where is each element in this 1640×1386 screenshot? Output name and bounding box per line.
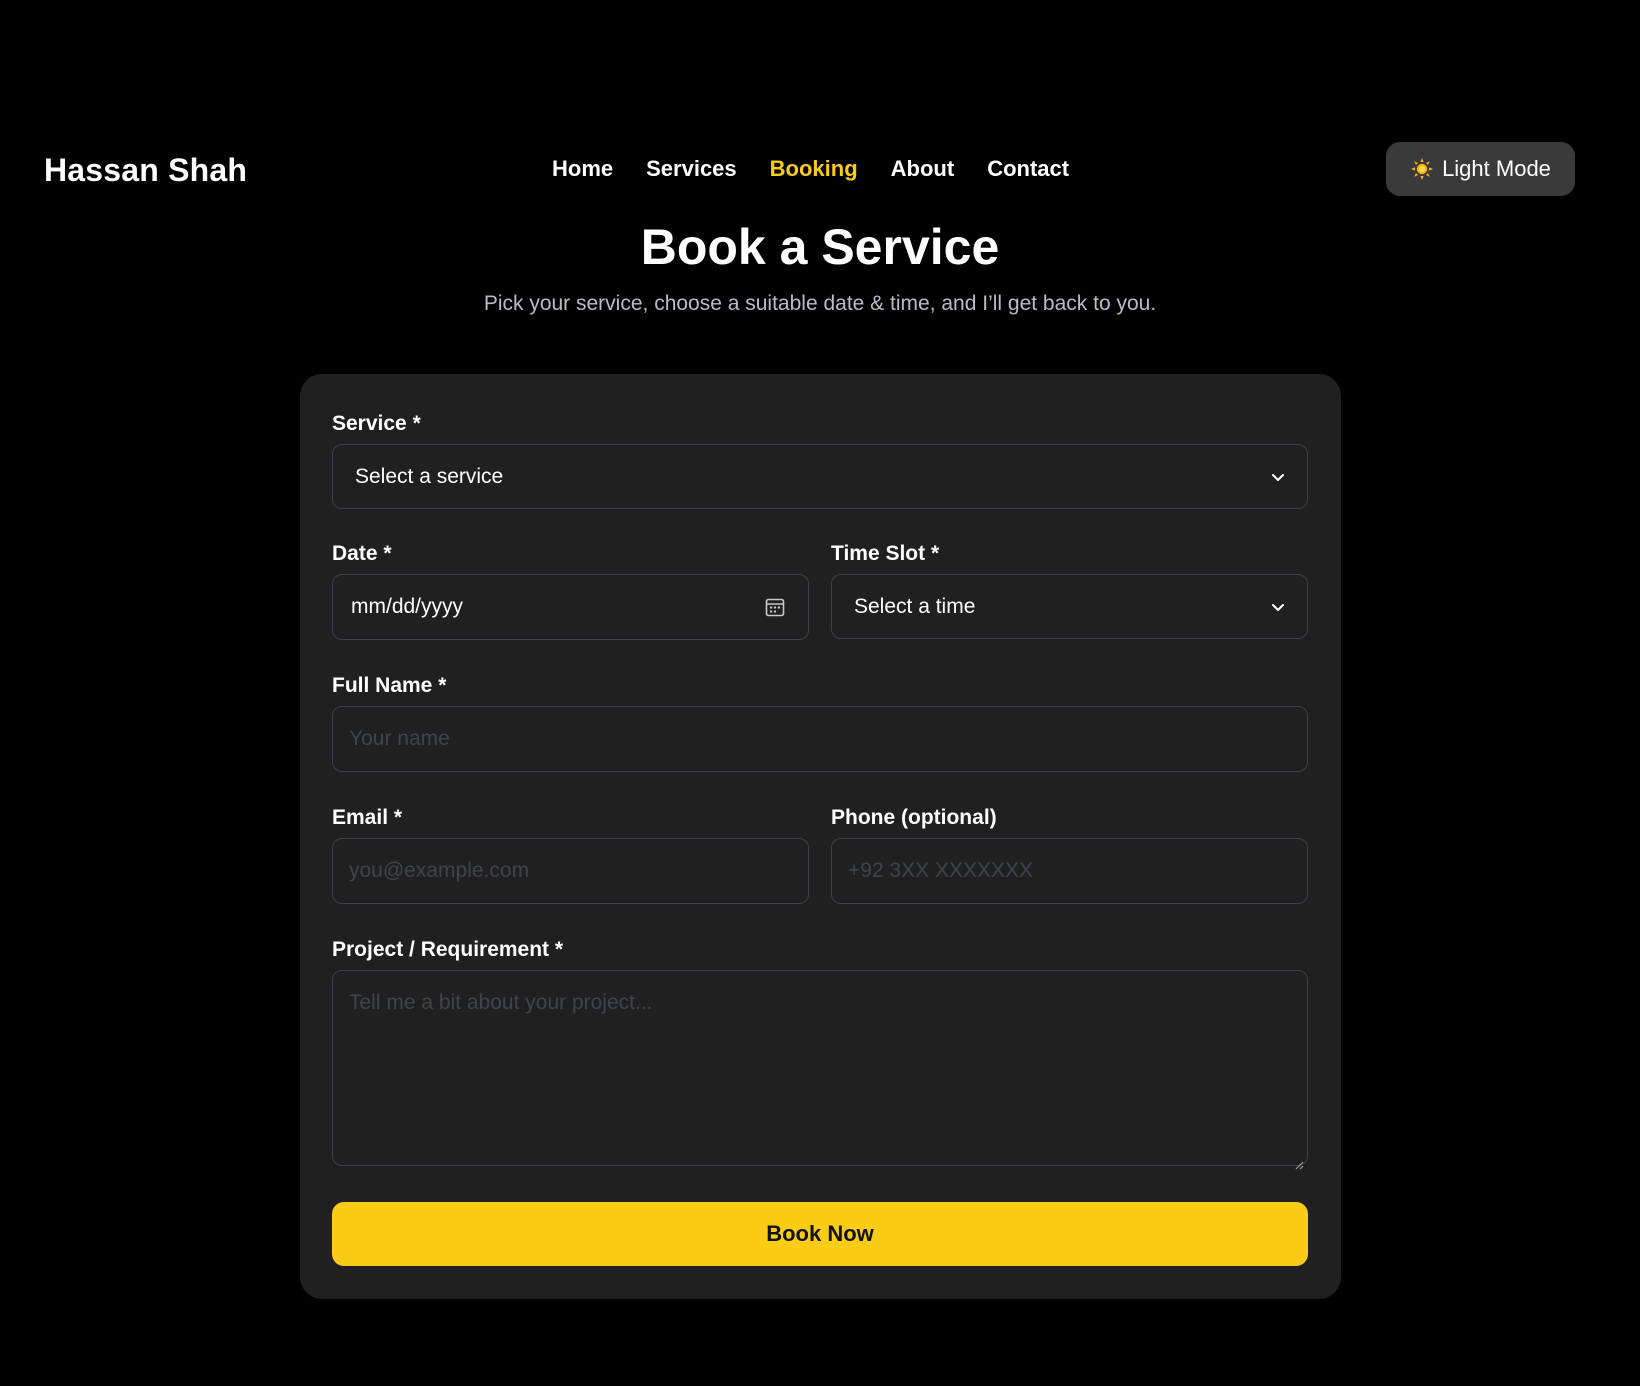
project-label: Project / Requirement * xyxy=(332,938,564,961)
phone-placeholder: +92 3XX XXXXXXX xyxy=(848,859,1034,882)
theme-toggle-button[interactable]: Light Mode xyxy=(1386,142,1575,196)
date-input-value: mm/dd/yyyy xyxy=(351,595,464,618)
full-name-input[interactable]: Your name xyxy=(332,706,1308,772)
email-input[interactable]: you@example.com xyxy=(332,838,809,904)
time-slot-select-value: Select a time xyxy=(854,594,976,618)
service-label: Service * xyxy=(332,412,421,435)
service-select-value: Select a service xyxy=(355,464,504,488)
booking-page: Hassan Shah Home Services Booking About … xyxy=(0,0,1640,1386)
service-select[interactable]: Select a service xyxy=(332,444,1308,509)
page-subtitle: Pick your service, choose a suitable dat… xyxy=(483,292,1157,315)
nav-link-about[interactable]: About xyxy=(891,156,955,182)
full-name-placeholder: Your name xyxy=(349,727,450,750)
nav-link-contact[interactable]: Contact xyxy=(987,156,1069,182)
email-placeholder: you@example.com xyxy=(349,859,530,882)
project-textarea[interactable]: Tell me a bit about your project... xyxy=(332,970,1308,1170)
phone-input[interactable]: +92 3XX XXXXXXX xyxy=(831,838,1308,904)
nav-link-services[interactable]: Services xyxy=(646,156,737,182)
email-label: Email * xyxy=(332,806,403,829)
sun-icon xyxy=(1410,157,1434,181)
nav-link-home[interactable]: Home xyxy=(552,156,613,182)
date-label: Date * xyxy=(332,542,392,565)
date-input[interactable]: mm/dd/yyyy xyxy=(332,574,809,640)
time-slot-label: Time Slot * xyxy=(831,542,940,565)
theme-toggle-label: Light Mode xyxy=(1442,156,1551,181)
project-placeholder: Tell me a bit about your project... xyxy=(349,991,653,1014)
nav-link-booking[interactable]: Booking xyxy=(770,156,858,182)
calendar-icon[interactable] xyxy=(764,596,786,618)
chevron-down-icon xyxy=(1271,470,1285,484)
full-name-label: Full Name * xyxy=(332,674,447,697)
resize-grip-icon[interactable] xyxy=(1294,1152,1304,1170)
page-title: Book a Service xyxy=(640,219,1000,275)
chevron-down-icon xyxy=(1271,600,1285,614)
phone-label: Phone (optional) xyxy=(831,806,997,829)
book-now-button[interactable]: Book Now xyxy=(332,1202,1308,1266)
time-slot-select[interactable]: Select a time xyxy=(831,574,1308,639)
main-nav: Home Services Booking About Contact xyxy=(552,156,1102,182)
booking-form: Service * Select a service Date * mm/dd/… xyxy=(300,374,1341,1299)
brand-name[interactable]: Hassan Shah xyxy=(44,152,247,189)
site-header: Hassan Shah Home Services Booking About … xyxy=(0,134,1640,206)
